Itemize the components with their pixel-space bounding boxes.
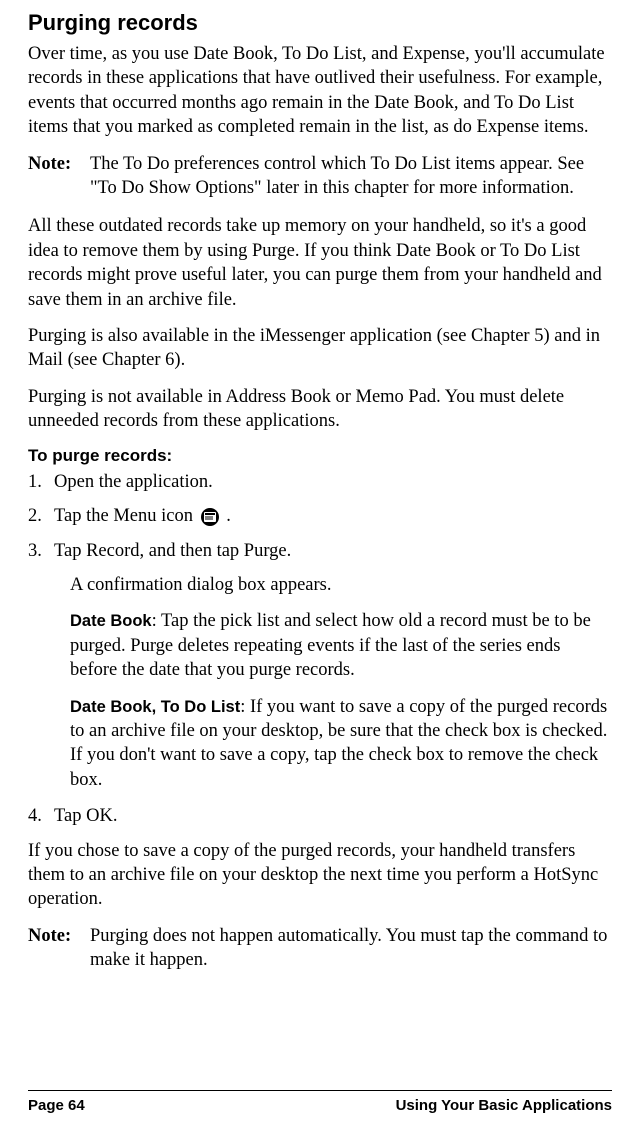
- page-footer: Page 64 Using Your Basic Applications: [28, 1090, 612, 1114]
- step-text-part-b: .: [222, 506, 231, 526]
- step-2: 2. Tap the Menu icon .: [28, 504, 612, 528]
- intro-paragraph: Over time, as you use Date Book, To Do L…: [28, 42, 612, 140]
- note-block-1: Note: The To Do preferences control whic…: [28, 152, 612, 201]
- note-text: The To Do preferences control which To D…: [90, 152, 612, 201]
- note-text: Purging does not happen automatically. Y…: [90, 924, 612, 973]
- step-number: 3.: [28, 539, 54, 563]
- step-text: Open the application.: [54, 470, 612, 494]
- note-label: Note:: [28, 152, 90, 201]
- inline-label: Date Book, To Do List: [70, 698, 240, 716]
- step-text: Tap OK.: [54, 804, 612, 828]
- paragraph-not-available: Purging is not available in Address Book…: [28, 385, 612, 434]
- page-number: Page 64: [28, 1097, 85, 1114]
- paragraph-archive: If you chose to save a copy of the purge…: [28, 839, 612, 912]
- step-number: 2.: [28, 504, 54, 528]
- step-result: A confirmation dialog box appears.: [70, 573, 612, 597]
- step-text: Tap the Menu icon .: [54, 504, 612, 528]
- step-number: 1.: [28, 470, 54, 494]
- chapter-title: Using Your Basic Applications: [396, 1097, 612, 1114]
- step-1: 1. Open the application.: [28, 470, 612, 494]
- note-block-2: Note: Purging does not happen automatica…: [28, 924, 612, 973]
- inline-label: Date Book: [70, 612, 152, 630]
- step-4: 4. Tap OK.: [28, 804, 612, 828]
- procedure-heading: To purge records:: [28, 446, 612, 466]
- section-heading: Purging records: [28, 10, 612, 36]
- step-number: 4.: [28, 804, 54, 828]
- note-label: Note:: [28, 924, 90, 973]
- paragraph-memory: All these outdated records take up memor…: [28, 214, 612, 312]
- step-text-part-a: Tap the Menu icon: [54, 506, 198, 526]
- menu-icon: [200, 507, 220, 527]
- paragraph-imessenger: Purging is also available in the iMessen…: [28, 324, 612, 373]
- datebook-note: Date Book: Tap the pick list and select …: [70, 609, 612, 682]
- datebook-todo-note: Date Book, To Do List: If you want to sa…: [70, 695, 612, 793]
- step-3: 3. Tap Record, and then tap Purge.: [28, 539, 612, 563]
- step-text: Tap Record, and then tap Purge.: [54, 539, 612, 563]
